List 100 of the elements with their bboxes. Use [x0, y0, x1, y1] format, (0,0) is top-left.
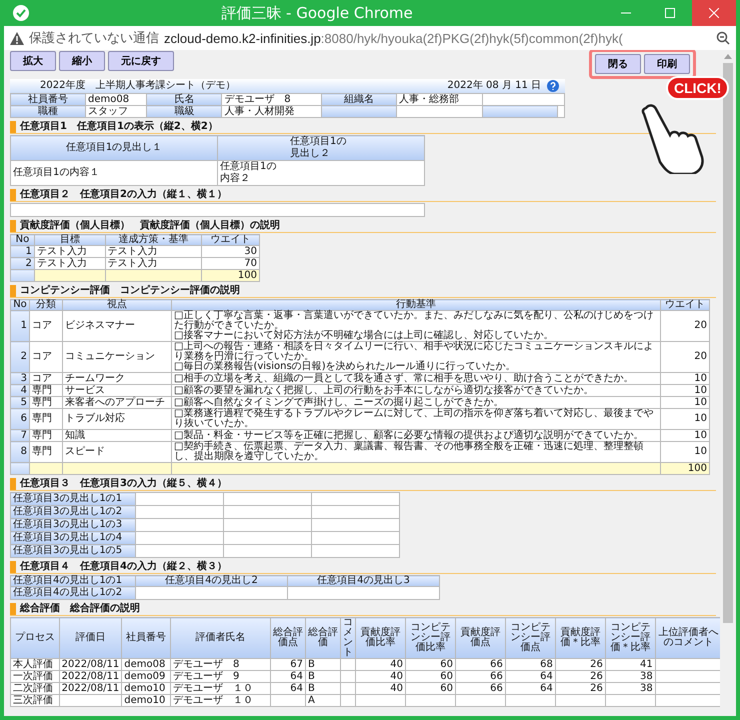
table-cell: 本人評価: [10, 658, 60, 670]
column-header: 貢献度評価＊比率: [555, 618, 606, 658]
section-marker: [10, 121, 16, 133]
table-cell: 64: [505, 670, 556, 682]
input-field[interactable]: [136, 492, 224, 506]
input-field[interactable]: [312, 544, 400, 558]
field-value: 人事・総務部: [396, 94, 483, 106]
table-cell: テスト入力: [105, 246, 202, 258]
row-number: 1: [10, 246, 34, 258]
table-cell: □顧客の要望を漏れなく把握し、上司の行動をお手本にしながら適切な接客ができていたか。: [172, 384, 660, 396]
table-cell: 30: [202, 246, 260, 258]
input-field[interactable]: [136, 518, 224, 532]
input-field[interactable]: [224, 532, 312, 544]
row-header: 任意項目3の見出し1の1: [10, 492, 136, 506]
column-header: 任意項目1の見出し１: [10, 136, 218, 160]
table-cell: 41: [605, 658, 656, 670]
close-icon: [709, 8, 719, 18]
section-title: 任意項目1 任意項目1の表示（縦2、横2）: [20, 121, 218, 133]
column-header: コンピテンシー評価点: [505, 618, 556, 658]
input-field[interactable]: [312, 518, 400, 532]
column-header: 社員番号: [122, 618, 171, 658]
input-field[interactable]: [312, 532, 400, 544]
table-cell: 知識: [62, 430, 172, 442]
field-label: 組織名: [321, 94, 396, 106]
column-header: コンピテンシー評価比率: [406, 618, 456, 658]
warning-icon: [10, 32, 24, 44]
total-cell: 100: [202, 270, 260, 282]
scroll-up-icon[interactable]: [724, 53, 732, 59]
input-field[interactable]: [224, 518, 312, 532]
section-marker: [10, 561, 16, 573]
column-header: 上位評価者へのコメント: [655, 618, 720, 658]
toolbar-button[interactable]: 印刷: [644, 54, 690, 74]
section-title: 任意項目３ 任意項目3の入力（縦５、横４）: [20, 478, 227, 490]
toolbar-button[interactable]: 拡大: [10, 51, 56, 71]
input-field[interactable]: [136, 506, 224, 518]
row-number: 8: [10, 442, 30, 462]
input-field[interactable]: [288, 586, 440, 600]
table-cell: 2022/08/11: [59, 682, 122, 694]
field-label: 職級: [146, 106, 222, 118]
field-label: 職種: [10, 106, 86, 118]
table-cell: 2022/08/11: [59, 658, 122, 670]
zoom-icon[interactable]: [716, 31, 730, 45]
table-cell: 26: [555, 658, 606, 670]
input-field[interactable]: [224, 506, 312, 518]
section-marker: [10, 603, 16, 615]
column-header: 貢献度評価比率: [356, 618, 406, 658]
input-field[interactable]: [224, 544, 312, 558]
input-field[interactable]: [224, 492, 312, 506]
input-field[interactable]: [10, 204, 424, 216]
table-cell: 任意項目1の内容２: [218, 160, 424, 186]
help-icon[interactable]: [547, 80, 559, 92]
app-icon: [12, 4, 30, 22]
column-header: 任意項目4の見出し2: [136, 576, 288, 586]
column-header: 視点: [62, 300, 172, 310]
table-cell: □上司への報告・連絡・相談を日々タイムリーに行い、相手や状況に応じたコミュニケーションスキルにより業務を円滑に行っていたか。 □毎日の業務報告(visionsの日報)を決められたルール通りに行っていたか。: [172, 342, 660, 372]
column-header: 任意項目4の見出し3: [288, 576, 440, 586]
table-cell: 66: [455, 670, 506, 682]
table-cell: 10: [660, 442, 710, 462]
column-header: 分類: [30, 300, 62, 310]
input-field[interactable]: [312, 492, 400, 506]
column-header: コメント: [340, 618, 356, 658]
table-cell: 2022/08/11: [59, 670, 122, 682]
table-cell: 66: [455, 658, 506, 670]
column-header: プロセス: [10, 618, 60, 658]
table-cell: 70: [202, 258, 260, 270]
table-cell: 40: [356, 670, 406, 682]
input-field[interactable]: [312, 506, 400, 518]
table-cell: テスト入力: [34, 258, 106, 270]
table-cell: 66: [455, 682, 506, 694]
column-header: ウエイト: [660, 300, 710, 310]
table-cell: 38: [605, 670, 656, 682]
input-field[interactable]: [136, 532, 224, 544]
toolbar-button[interactable]: 閉る: [595, 54, 641, 74]
table-cell: □製品・料金・サービス等を正確に把握し、顧客に必要な情報の提供および適切な説明ができていたか。: [172, 430, 660, 442]
close-button[interactable]: [692, 0, 736, 27]
table-cell: 20: [660, 310, 710, 342]
table-cell: 20: [660, 342, 710, 372]
column-header: 総合評価点: [270, 618, 306, 658]
input-field[interactable]: [136, 586, 288, 600]
table-cell: ビジネスマナー: [62, 310, 172, 342]
table-cell: demo09: [122, 670, 171, 682]
row-header: 任意項目3の見出し1の3: [10, 518, 136, 532]
table-cell: 一次評価: [10, 670, 60, 682]
section-marker: [10, 285, 16, 297]
row-number: 2: [10, 258, 34, 270]
section-title: 任意項目４ 任意項目4の入力（縦２、横３）: [20, 561, 227, 573]
section-title: 任意項目２ 任意項目2の入力（縦１、横１）: [20, 189, 227, 201]
column-header: 貢献度評価点: [455, 618, 506, 658]
table-cell: デモユーザ 9: [170, 670, 270, 682]
scrollbar-thumb[interactable]: [723, 63, 733, 623]
table-cell: 60: [406, 682, 456, 694]
table-cell: デモユーザ 8: [170, 658, 270, 670]
row-header: 任意項目3の見出し1の2: [10, 506, 136, 518]
input-field[interactable]: [136, 544, 224, 558]
table-cell: 専門: [30, 442, 62, 462]
toolbar-button[interactable]: 元に戻す: [108, 51, 174, 71]
column-header: 任意項目1の見出し２: [218, 136, 424, 160]
table-cell: 60: [406, 670, 456, 682]
column-header: 目標: [34, 234, 106, 246]
toolbar-button[interactable]: 縮小: [59, 51, 105, 71]
